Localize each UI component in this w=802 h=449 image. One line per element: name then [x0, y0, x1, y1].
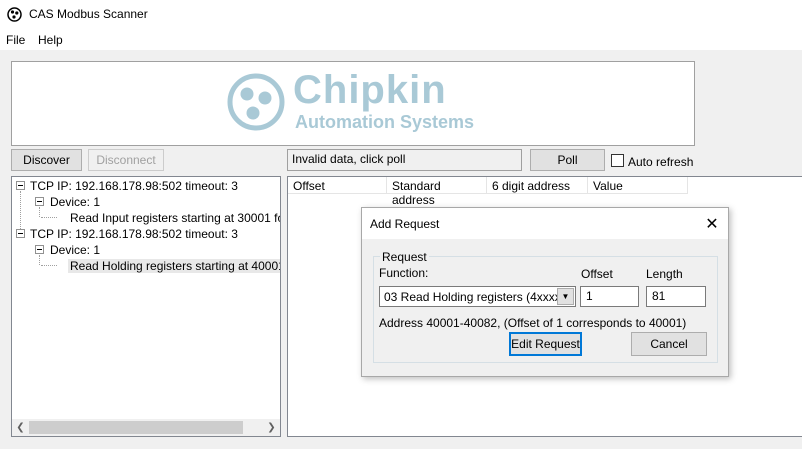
app-icon [7, 7, 22, 22]
horizontal-scrollbar[interactable]: ❮ ❯ [12, 419, 280, 436]
title-bar: CAS Modbus Scanner [0, 0, 802, 30]
discover-button[interactable]: Discover [11, 149, 82, 171]
auto-refresh-label[interactable]: Auto refresh [628, 155, 693, 169]
status-field: Invalid data, click poll [287, 149, 522, 171]
menu-help[interactable]: Help [38, 33, 63, 47]
scroll-right-arrow-icon[interactable]: ❯ [263, 419, 280, 436]
dialog-title: Add Request [370, 217, 440, 231]
poll-button[interactable]: Poll [530, 149, 605, 171]
offset-label: Offset [581, 267, 613, 281]
logo-title: Chipkin [293, 68, 447, 112]
column-header-6-digit-address[interactable]: 6 digit address [487, 177, 588, 194]
tree-collapse-toggle[interactable] [16, 181, 25, 190]
column-header-offset[interactable]: Offset [288, 177, 387, 194]
tree-collapse-toggle[interactable] [16, 229, 25, 238]
tree-item-request-selected[interactable]: Read Holding registers starting at 40001… [68, 259, 280, 273]
scroll-left-arrow-icon[interactable]: ❮ [12, 419, 29, 436]
tree-item-tcp-connection[interactable]: TCP IP: 192.168.178.98:502 timeout: 3 [30, 227, 238, 241]
tree-connector [41, 265, 57, 266]
tree-collapse-toggle[interactable] [35, 197, 44, 206]
column-header-value[interactable]: Value [588, 177, 688, 194]
scrollbar-thumb[interactable] [29, 421, 243, 434]
device-tree[interactable]: TCP IP: 192.168.178.98:502 timeout: 3 De… [11, 176, 281, 437]
logo-subtitle: Automation Systems [295, 112, 475, 132]
tree-item-tcp-connection[interactable]: TCP IP: 192.168.178.98:502 timeout: 3 [30, 179, 238, 193]
status-bar [0, 441, 802, 449]
column-header-standard-address[interactable]: Standard address [387, 177, 487, 207]
tree-item-request[interactable]: Read Input registers starting at 30001 f… [70, 211, 280, 225]
chevron-down-icon[interactable]: ▼ [557, 288, 574, 305]
disconnect-button[interactable]: Disconnect [88, 149, 164, 171]
tree-item-device[interactable]: Device: 1 [50, 243, 100, 257]
edit-request-button[interactable]: Edit Request [509, 332, 582, 356]
tree-collapse-toggle[interactable] [35, 245, 44, 254]
menu-file[interactable]: File [6, 33, 25, 47]
auto-refresh-checkbox[interactable] [611, 154, 624, 167]
tree-item-device[interactable]: Device: 1 [50, 195, 100, 209]
cancel-button[interactable]: Cancel [631, 332, 707, 356]
tree-connector [39, 207, 40, 217]
window-title: CAS Modbus Scanner [29, 7, 148, 21]
address-info-text: Address 40001-40082, (Offset of 1 corres… [379, 316, 687, 330]
menu-bar: File Help [0, 30, 802, 50]
length-field[interactable]: 81 [646, 286, 706, 307]
dialog-title-bar: Add Request ✕ [362, 208, 728, 239]
function-label: Function: [379, 266, 429, 280]
function-select[interactable]: 03 Read Holding registers (4xxxx) ▼ [379, 286, 576, 307]
add-request-dialog: Add Request ✕ Request Function: Offset L… [361, 207, 729, 377]
request-group-label: Request [380, 250, 429, 264]
tree-connector [39, 255, 40, 265]
logo-panel: Chipkin Automation Systems [11, 61, 695, 146]
length-label: Length [646, 267, 683, 281]
offset-field[interactable]: 1 [580, 286, 639, 307]
chipkin-logo-icon [227, 73, 285, 131]
tree-connector [41, 217, 57, 218]
close-icon[interactable]: ✕ [702, 214, 722, 234]
function-select-value: 03 Read Holding registers (4xxxx) [384, 290, 565, 304]
